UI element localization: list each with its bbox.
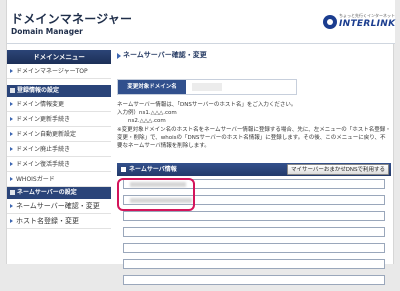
app-subtitle: Domain Manager — [11, 27, 83, 36]
sidebar-item-restore[interactable]: ドメイン復活手続き — [7, 157, 111, 172]
instruction-line: ネームサーバー情報は、「DNSサーバーのホスト名」をご入力ください。 — [117, 102, 297, 108]
nameserver-input-4[interactable] — [123, 227, 385, 237]
target-domain-row: 変更対象ドメイン名 — [117, 79, 297, 95]
logo-wordmark: INTERLINK — [339, 19, 396, 29]
nameserver-section-title: ネームサーバ情報 — [129, 166, 177, 173]
target-domain-label: 変更対象ドメイン名 — [118, 80, 186, 94]
instructions: ネームサーバー情報は、「DNSサーバーのホスト名」をご入力ください。 入力例）n… — [117, 101, 391, 150]
app-title: ドメインマネージャー — [11, 12, 133, 26]
sidebar: ドメインメニュー ドメインマネージャーTOP 登録情報の設定 ドメイン情報変更 … — [7, 50, 111, 264]
nameserver-input-3[interactable] — [123, 211, 385, 221]
nameserver-fields — [123, 179, 385, 291]
use-auto-dns-button[interactable]: マイサーバーおまかせDNSで利用する — [286, 164, 389, 175]
nameserver-input-5[interactable] — [123, 243, 385, 253]
sidebar-section-nameserver: ネームサーバーの設定 — [7, 187, 111, 199]
nameserver-input-7[interactable] — [123, 275, 385, 285]
logo-mark-icon — [323, 15, 337, 29]
header: ドメインマネージャー Domain Manager ちょっと先行くインターネット… — [7, 0, 395, 44]
nameserver-section-header: ネームサーバ情報 マイサーバーおまかせDNSで利用する — [117, 163, 391, 176]
interlink-logo[interactable]: ちょっと先行くインターネット INTERLINK — [323, 13, 395, 35]
redacted-value — [130, 198, 192, 203]
sidebar-item-nameserver-change[interactable]: ネームサーバー確認・変更 — [7, 199, 111, 214]
sidebar-section-registration: 登録情報の設定 — [7, 85, 111, 97]
sidebar-item-hostname[interactable]: ホスト名登録・変更 — [7, 214, 111, 229]
page-title: ネームサーバー確認・変更 — [117, 50, 391, 63]
sidebar-item-auto-renewal[interactable]: ドメイン自動更新設定 — [7, 127, 111, 142]
sidebar-item-top[interactable]: ドメインマネージャーTOP — [7, 64, 111, 79]
example-line-1: 入力例）ns1.△△△.com — [117, 110, 177, 116]
redacted-value — [130, 182, 186, 187]
sidebar-header: ドメインメニュー — [7, 50, 111, 64]
sidebar-item-whois-guard[interactable]: WHOISガード — [7, 172, 111, 187]
main-content: ネームサーバー確認・変更 変更対象ドメイン名 ネームサーバー情報は、「DNSサー… — [117, 50, 391, 285]
example-line-2: ns2.△△△.com — [128, 118, 166, 124]
sidebar-item-domain-info[interactable]: ドメイン情報変更 — [7, 97, 111, 112]
nameserver-input-1[interactable] — [123, 179, 385, 189]
nameserver-input-2[interactable] — [123, 195, 385, 205]
sidebar-item-renewal[interactable]: ドメイン更新手続き — [7, 112, 111, 127]
nameserver-input-6[interactable] — [123, 259, 385, 269]
instruction-note: ※変更対象ドメイン名のホスト名をネームサーバー情報に登録する場合、先に、左メニュ… — [117, 127, 391, 149]
target-domain-value-redacted — [192, 83, 222, 91]
section-bullet-icon — [121, 167, 126, 172]
page: ドメインマネージャー Domain Manager ちょっと先行くインターネット… — [6, 0, 395, 285]
sidebar-item-cancel[interactable]: ドメイン廃止手続き — [7, 142, 111, 157]
